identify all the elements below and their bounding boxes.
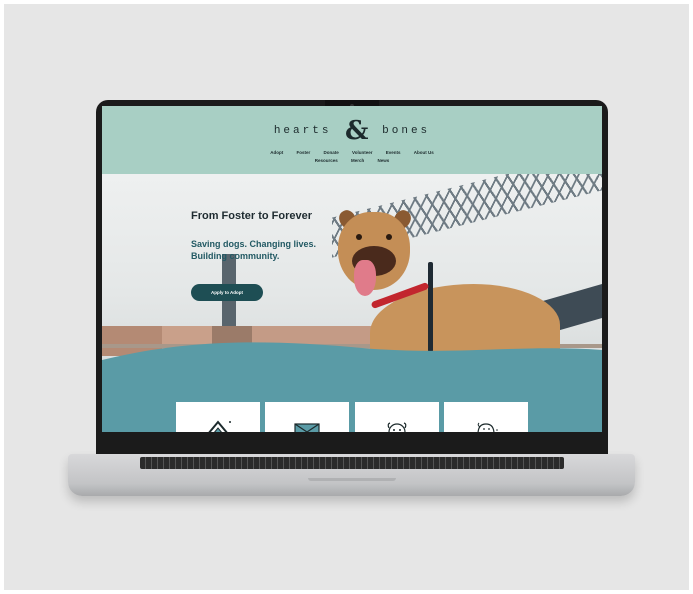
logo-word-bones: bones [382,125,431,137]
nav-adopt[interactable]: Adopt [270,150,283,155]
house-icon [208,420,231,432]
hero-subtitle-line-2: Building community. [191,251,280,261]
nav-foster[interactable]: Foster [296,150,310,155]
feature-card-donate[interactable] [355,402,439,432]
laptop-screen: hearts & bones Adopt Foster Donate Volun… [102,106,602,432]
site-logo[interactable]: hearts & bones [102,116,602,146]
hero-subtitle-line-1: Saving dogs. Changing lives. [191,239,317,249]
feature-card-foster[interactable] [265,402,349,432]
keyboard [140,457,564,469]
hero-subtitle: Saving dogs. Changing lives. Building co… [191,238,331,262]
dog-eye [356,234,362,240]
apply-to-adopt-button[interactable]: Apply to Adopt [191,284,263,301]
nav-about-us[interactable]: About Us [414,150,434,155]
lid-opening-notch [308,478,396,481]
nav-news[interactable]: News [378,158,390,163]
logo-ampersand: & [345,116,369,146]
dog-sketch-icon [477,422,498,432]
dog-eye [386,234,392,240]
nav-merch[interactable]: Merch [351,158,364,163]
nav-volunteer[interactable]: Volunteer [352,150,372,155]
hero-title: From Foster to Forever [191,210,313,222]
laptop-chin [96,432,608,454]
envelope-icon [294,423,320,432]
main-nav: Adopt Foster Donate Volunteer Events Abo… [102,149,602,165]
dog-tongue [354,260,376,296]
nav-resources[interactable]: Resources [315,158,338,163]
feature-card-volunteer[interactable] [444,402,528,432]
feature-card-adopt[interactable] [176,402,260,432]
nav-donate[interactable]: Donate [324,150,339,155]
nav-events[interactable]: Events [386,150,401,155]
dog-face-icon [387,422,407,432]
site-header: hearts & bones Adopt Foster Donate Volun… [102,106,602,174]
logo-word-hearts: hearts [273,125,332,137]
feature-cards [102,402,602,432]
